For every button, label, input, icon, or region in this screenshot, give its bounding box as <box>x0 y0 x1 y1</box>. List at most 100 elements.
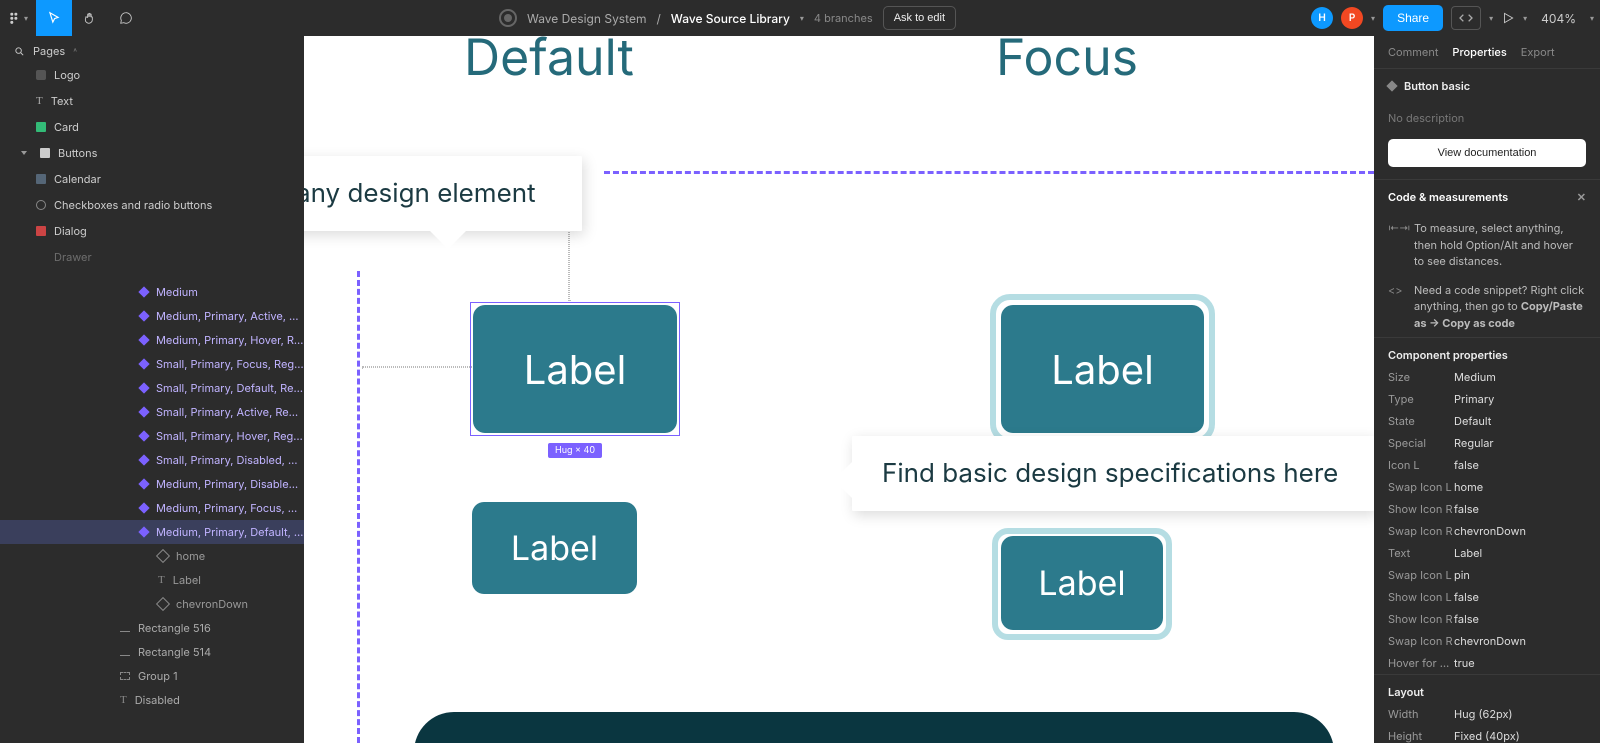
layer-item[interactable]: Small, Primary, Hover, Regular <box>0 424 304 448</box>
sublayer-home[interactable]: home <box>0 544 304 568</box>
top-toolbar: ▾ Wave Design System / Wave Source Libra… <box>0 0 1600 36</box>
left-panel: Pages ˄ Logo TText Card Buttons Calendar… <box>0 36 304 743</box>
layer-item[interactable]: Medium <box>0 280 304 304</box>
dev-mode-toggle[interactable] <box>1451 6 1481 30</box>
file-name[interactable]: Wave Source Library <box>671 11 790 26</box>
heading-focus: Focus <box>996 36 1138 88</box>
tab-comment[interactable]: Comment <box>1388 45 1438 59</box>
page-item-calendar[interactable]: Calendar <box>0 166 304 192</box>
file-info: Wave Design System / Wave Source Library… <box>144 6 1311 30</box>
layer-disabled[interactable]: TDisabled <box>0 688 304 712</box>
property-row: Hover for W...true <box>1374 652 1600 674</box>
search-icon <box>14 46 25 57</box>
close-icon[interactable]: ✕ <box>1577 190 1586 204</box>
chevron-down-icon: ▾ <box>24 13 28 23</box>
sublayer-chevron[interactable]: chevronDown <box>0 592 304 616</box>
project-avatar <box>499 9 517 27</box>
layer-rect516[interactable]: Rectangle 516 <box>0 616 304 640</box>
zoom-level[interactable]: 404% <box>1535 11 1582 26</box>
property-row: Swap Icon Lpin <box>1374 564 1600 586</box>
selection-outline <box>470 302 680 436</box>
chevron-down-icon[interactable]: ▾ <box>1371 13 1375 23</box>
hand-icon <box>83 11 97 25</box>
text-icon: T <box>36 95 43 107</box>
instance-icon <box>156 597 170 611</box>
code-icon: <> <box>1388 282 1404 332</box>
component-title: Button basic <box>1374 68 1600 103</box>
layer-list: Medium Medium, Primary, Active, Regular … <box>0 280 304 712</box>
property-row: TextLabel <box>1374 542 1600 564</box>
user-avatar-p[interactable]: P <box>1341 7 1363 29</box>
property-row: TypePrimary <box>1374 388 1600 410</box>
layer-rect514[interactable]: Rectangle 514 <box>0 640 304 664</box>
instance-icon <box>156 549 170 563</box>
page-list: Logo TText Card Buttons Calendar Checkbo… <box>0 66 304 272</box>
button-focus-small[interactable]: Label <box>1001 536 1163 630</box>
top-right-controls: H P ▾ Share ▾ ▾ 404% ▾ <box>1311 5 1600 31</box>
chevron-down-icon[interactable]: ▾ <box>1489 13 1493 23</box>
user-avatar-h[interactable]: H <box>1311 7 1333 29</box>
component-properties-header: Component properties <box>1374 337 1600 366</box>
hint-code: <> Need a code snippet? Right click anyt… <box>1374 276 1600 338</box>
property-list: SizeMediumTypePrimaryStateDefaultSpecial… <box>1374 366 1600 674</box>
tooltip-select: Select any design element <box>304 156 582 231</box>
button-focus[interactable]: Label <box>1001 305 1204 433</box>
page-item-logo[interactable]: Logo <box>0 62 304 88</box>
property-row: Swap Icon RchevronDown <box>1374 630 1600 652</box>
dark-button <box>414 712 1334 743</box>
page-item-checkboxes[interactable]: Checkboxes and radio buttons <box>0 192 304 218</box>
view-documentation-button[interactable]: View documentation <box>1388 139 1586 167</box>
layer-item[interactable]: Small, Primary, Active, Regular <box>0 400 304 424</box>
page-item-drawer[interactable]: Drawer <box>0 244 304 270</box>
tab-export[interactable]: Export <box>1521 45 1555 59</box>
layer-group1[interactable]: Group 1 <box>0 664 304 688</box>
page-item-card[interactable]: Card <box>0 114 304 140</box>
layout-row: HeightFixed (40px) <box>1374 725 1600 743</box>
tooltip-specs: Find basic design specifications here <box>852 436 1374 511</box>
ask-to-edit-button[interactable]: Ask to edit <box>883 6 956 30</box>
property-row: Icon Lfalse <box>1374 454 1600 476</box>
share-button[interactable]: Share <box>1383 5 1443 31</box>
layer-item[interactable]: Small, Primary, Disabled, Regular <box>0 448 304 472</box>
chevron-down-icon[interactable]: ▾ <box>1523 13 1527 23</box>
page-item-buttons[interactable]: Buttons <box>0 140 304 166</box>
text-icon: T <box>158 574 165 586</box>
property-row: SizeMedium <box>1374 366 1600 388</box>
heading-default: Default <box>464 36 634 88</box>
comment-tool[interactable] <box>108 0 144 36</box>
tab-properties[interactable]: Properties <box>1452 45 1506 59</box>
figma-menu[interactable]: ▾ <box>0 0 36 36</box>
hand-tool[interactable] <box>72 0 108 36</box>
button-default-small[interactable]: Label <box>472 502 637 594</box>
layer-item[interactable]: Small, Primary, Focus, Regular <box>0 352 304 376</box>
description: No description <box>1374 103 1600 133</box>
right-tabs: Comment Properties Export <box>1374 36 1600 68</box>
guide-vertical <box>357 271 360 743</box>
hint-measure: ⇤⇥ To measure, select anything, then hol… <box>1374 214 1600 276</box>
canvas[interactable]: Default Focus Label Hug × 40 Label Label… <box>304 36 1374 743</box>
play-icon[interactable] <box>1501 11 1515 25</box>
comment-icon <box>119 11 133 25</box>
layer-item[interactable]: Medium, Primary, Disabled, Reg... <box>0 472 304 496</box>
chevron-down-icon[interactable]: ▾ <box>800 13 804 23</box>
layer-item[interactable]: Small, Primary, Default, Regular <box>0 376 304 400</box>
page-item-text[interactable]: TText <box>0 88 304 114</box>
property-row: Show Icon Rfalse <box>1374 608 1600 630</box>
text-icon: T <box>120 694 127 706</box>
chevron-down-icon[interactable]: ▾ <box>1590 13 1594 23</box>
sublayer-label[interactable]: TLabel <box>0 568 304 592</box>
component-icon <box>1386 80 1397 91</box>
page-item-dialog[interactable]: Dialog <box>0 218 304 244</box>
rect-icon <box>120 648 130 656</box>
team-name[interactable]: Wave Design System <box>527 11 646 26</box>
layer-item-selected[interactable]: Medium, Primary, Default, Regu... <box>0 520 304 544</box>
branch-count[interactable]: 4 branches <box>814 11 873 25</box>
layer-item[interactable]: Medium, Primary, Active, Regular <box>0 304 304 328</box>
layer-item[interactable]: Medium, Primary, Hover, Regular <box>0 328 304 352</box>
property-row: Show Icon Lfalse <box>1374 586 1600 608</box>
cursor-icon <box>47 11 61 25</box>
group-icon <box>120 672 130 680</box>
guide-horizontal <box>604 171 1374 174</box>
layer-item[interactable]: Medium, Primary, Focus, Regular <box>0 496 304 520</box>
move-tool[interactable] <box>36 0 72 36</box>
